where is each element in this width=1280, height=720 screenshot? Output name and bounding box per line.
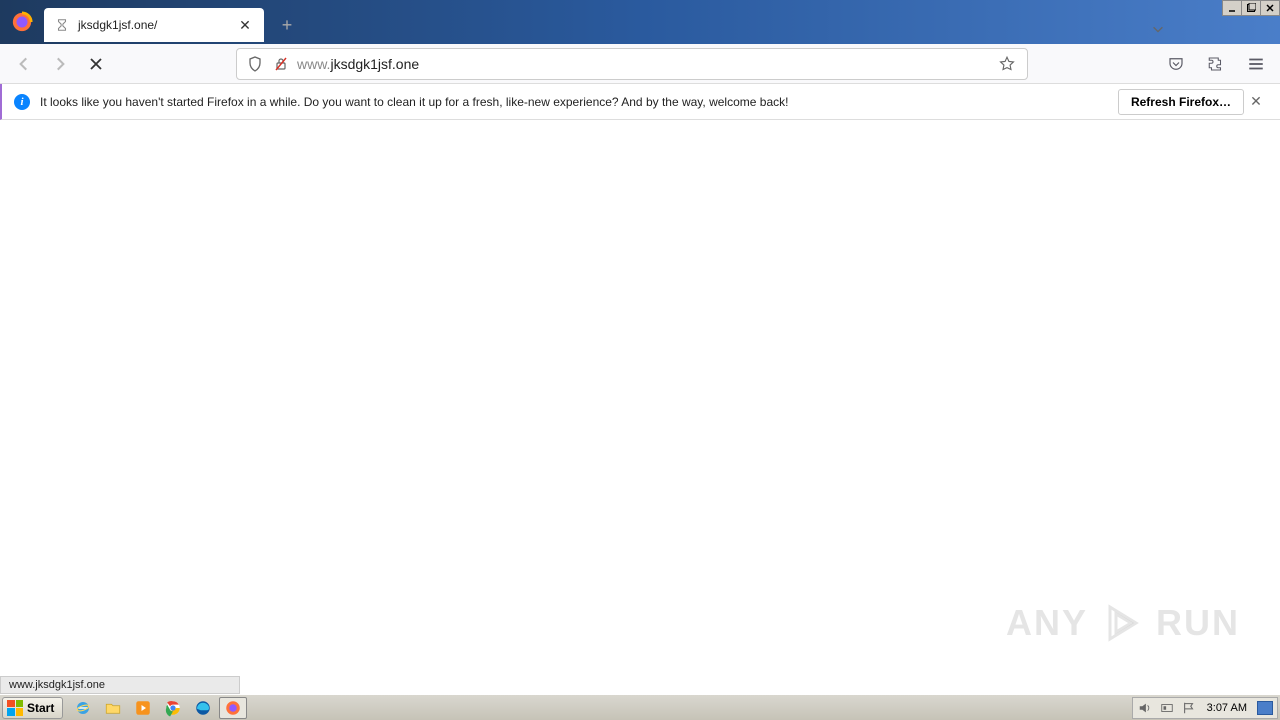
anyrun-watermark: ANY RUN bbox=[1006, 602, 1240, 644]
ie-icon[interactable] bbox=[69, 697, 97, 719]
tab-close-button[interactable]: ✕ bbox=[236, 16, 254, 34]
forward-button[interactable] bbox=[44, 48, 76, 80]
clock[interactable]: 3:07 AM bbox=[1203, 702, 1251, 714]
app-menu-button[interactable] bbox=[1240, 48, 1272, 80]
windows-taskbar: Start 3:07 AM bbox=[0, 694, 1280, 720]
url-domain: jksdgk1jsf.one bbox=[330, 56, 419, 72]
new-tab-button[interactable]: + bbox=[272, 10, 302, 40]
hourglass-icon bbox=[54, 17, 70, 33]
windows-logo-icon bbox=[7, 700, 23, 716]
extensions-button[interactable] bbox=[1200, 48, 1232, 80]
shield-icon[interactable] bbox=[245, 54, 265, 74]
stop-reload-button[interactable] bbox=[80, 48, 112, 80]
maximize-button[interactable] bbox=[1241, 0, 1261, 16]
url-bar[interactable]: www.jksdgk1jsf.one bbox=[236, 48, 1028, 80]
page-content: ANY RUN bbox=[0, 120, 1280, 694]
lock-insecure-icon[interactable] bbox=[271, 54, 291, 74]
explorer-icon[interactable] bbox=[99, 697, 127, 719]
pocket-button[interactable] bbox=[1160, 48, 1192, 80]
minimize-button[interactable] bbox=[1222, 0, 1242, 16]
quick-launch bbox=[69, 697, 247, 719]
notification-close-button[interactable]: ✕ bbox=[1244, 90, 1268, 114]
refresh-notification-bar: i It looks like you haven't started Fire… bbox=[0, 84, 1280, 120]
bookmark-star-button[interactable] bbox=[995, 52, 1019, 76]
firefox-logo-icon bbox=[0, 0, 44, 44]
info-icon: i bbox=[14, 94, 30, 110]
watermark-right: RUN bbox=[1156, 602, 1240, 644]
navigation-toolbar: www.jksdgk1jsf.one bbox=[0, 44, 1280, 84]
flag-icon[interactable] bbox=[1181, 700, 1197, 716]
device-icon[interactable] bbox=[1159, 700, 1175, 716]
system-tray: 3:07 AM bbox=[1132, 697, 1278, 719]
start-button[interactable]: Start bbox=[2, 697, 63, 719]
start-label: Start bbox=[27, 701, 54, 715]
notification-text: It looks like you haven't started Firefo… bbox=[40, 95, 1102, 109]
refresh-firefox-button[interactable]: Refresh Firefox… bbox=[1118, 89, 1244, 115]
close-window-button[interactable] bbox=[1260, 0, 1280, 16]
play-icon bbox=[1102, 603, 1142, 643]
back-button[interactable] bbox=[8, 48, 40, 80]
browser-titlebar: jksdgk1jsf.one/ ✕ + bbox=[0, 0, 1280, 44]
firefox-taskbar-icon[interactable] bbox=[219, 697, 247, 719]
tab-title: jksdgk1jsf.one/ bbox=[78, 18, 236, 32]
chrome-icon[interactable] bbox=[159, 697, 187, 719]
volume-icon[interactable] bbox=[1137, 700, 1153, 716]
url-text: www.jksdgk1jsf.one bbox=[297, 56, 995, 72]
edge-icon[interactable] bbox=[189, 697, 217, 719]
browser-tab[interactable]: jksdgk1jsf.one/ ✕ bbox=[44, 8, 264, 42]
url-prefix: www. bbox=[297, 56, 330, 72]
show-desktop-button[interactable] bbox=[1257, 701, 1273, 715]
media-player-icon[interactable] bbox=[129, 697, 157, 719]
watermark-left: ANY bbox=[1006, 602, 1088, 644]
tabs-dropdown-button[interactable] bbox=[1143, 14, 1173, 44]
window-controls bbox=[1223, 0, 1280, 16]
status-bar: www.jksdgk1jsf.one bbox=[0, 676, 240, 694]
